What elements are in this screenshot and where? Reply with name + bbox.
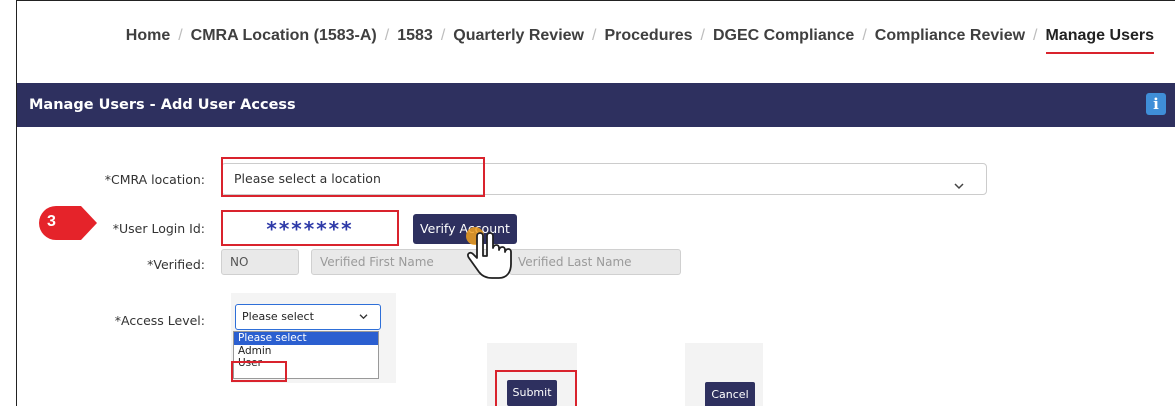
breadcrumb-compliance-review[interactable]: Compliance Review: [875, 27, 1025, 45]
chevron-down-icon: [954, 172, 964, 202]
section-header: Manage Users - Add User Access i: [17, 83, 1175, 127]
page-title: Manage Users - Add User Access: [29, 97, 296, 113]
breadcrumb-cmra-location[interactable]: CMRA Location (1583-A): [191, 27, 377, 45]
access-option-please-select[interactable]: Please select: [234, 332, 378, 345]
user-option-highlight: [231, 361, 287, 382]
verified-field: NO: [221, 249, 299, 275]
access-level-select[interactable]: Please select: [235, 304, 381, 330]
verified-label: *Verified:: [147, 257, 205, 272]
info-icon[interactable]: i: [1146, 93, 1166, 115]
step-badge-number: 3: [47, 213, 56, 230]
breadcrumb-separator: /: [384, 27, 390, 44]
breadcrumb-manage-users[interactable]: Manage Users: [1045, 27, 1154, 54]
location-highlight: [221, 157, 485, 197]
breadcrumb-separator: /: [862, 27, 867, 44]
hand-pointer-icon: [466, 227, 512, 279]
breadcrumb-separator: /: [1033, 27, 1038, 44]
breadcrumb-1583[interactable]: 1583: [397, 27, 433, 45]
verified-first-name-field: Verified First Name: [311, 249, 491, 275]
breadcrumb: Home / CMRA Location (1583-A) / 1583 / Q…: [17, 1, 1175, 71]
breadcrumb-separator: /: [592, 27, 597, 44]
chevron-down-icon: [359, 305, 368, 329]
breadcrumb-separator: /: [178, 27, 183, 44]
page-frame: Home / CMRA Location (1583-A) / 1583 / Q…: [16, 0, 1175, 406]
breadcrumb-separator: /: [700, 27, 705, 44]
cancel-button[interactable]: Cancel: [705, 382, 755, 406]
access-level-selected: Please select: [242, 310, 314, 323]
submit-highlight: [495, 370, 577, 406]
breadcrumb-quarterly-review[interactable]: Quarterly Review: [453, 27, 584, 45]
login-highlight: [221, 210, 399, 246]
breadcrumb-dgec-compliance[interactable]: DGEC Compliance: [713, 27, 854, 45]
breadcrumb-procedures[interactable]: Procedures: [604, 27, 692, 45]
login-label: *User Login Id:: [112, 221, 205, 236]
verified-last-name-field: Verified Last Name: [509, 249, 681, 275]
location-label: *CMRA location:: [104, 172, 205, 187]
access-level-label: *Access Level:: [114, 313, 205, 328]
breadcrumb-home[interactable]: Home: [126, 27, 170, 45]
access-option-admin[interactable]: Admin: [234, 345, 378, 358]
breadcrumb-separator: /: [440, 27, 446, 44]
